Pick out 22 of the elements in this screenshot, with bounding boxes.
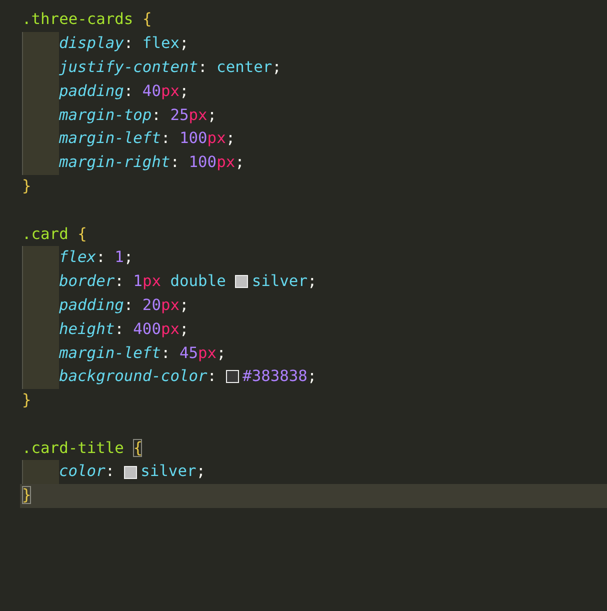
code-text: color: [59, 461, 115, 482]
code-text: margin-right: 100px; [59, 152, 244, 174]
code-text: background-color: [59, 366, 217, 388]
code-text: flex: 1; [59, 247, 134, 268]
code-text: .three-cards { [22, 9, 152, 30]
code-text: silver; [252, 271, 317, 292]
code-text: margin-left: 100px; [59, 128, 236, 150]
code-text: justify-content: center; [59, 56, 282, 78]
code-text: } [22, 176, 32, 197]
code-text: #383838; [242, 366, 317, 388]
code-text: margin-top: 25px; [59, 104, 217, 126]
code-text: .card { [22, 224, 87, 245]
code-text: silver; [140, 461, 206, 482]
code-text: margin-left: 45px; [59, 342, 226, 364]
code-text: padding: 40px; [59, 80, 189, 102]
code-text: padding: 20px; [59, 294, 189, 316]
code-text: .card-title { [22, 438, 142, 459]
code-text: display: flex; [59, 33, 189, 54]
code-text: } [22, 485, 32, 506]
code-text: border: 1px double [59, 271, 226, 292]
code-text: height: 400px; [59, 318, 189, 340]
code-text: } [22, 390, 32, 412]
